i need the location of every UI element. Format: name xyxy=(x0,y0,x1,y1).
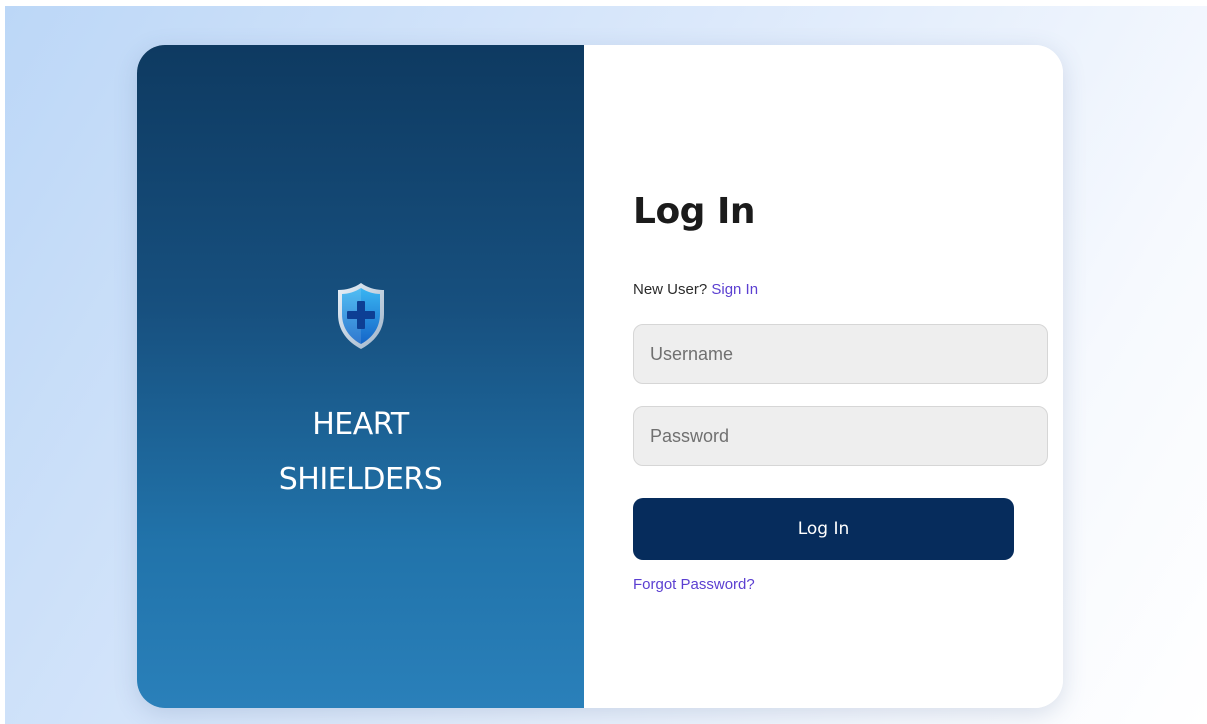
login-button[interactable]: Log In xyxy=(633,498,1014,560)
forgot-password-link[interactable]: Forgot Password? xyxy=(633,576,755,593)
brand-name-line2: SHIELDERS xyxy=(278,462,443,497)
brand-panel: HEART SHIELDERS xyxy=(137,45,584,708)
new-user-prompt: New User? Sign In xyxy=(633,281,758,298)
page-background: HEART SHIELDERS Log In New User? Sign In… xyxy=(5,6,1207,724)
sign-in-link[interactable]: Sign In xyxy=(711,281,758,298)
brand-name-line1: HEART xyxy=(312,407,409,442)
page-title: Log In xyxy=(633,191,756,232)
brand-name: HEART SHIELDERS xyxy=(137,397,584,507)
password-input[interactable] xyxy=(633,406,1048,466)
shield-plus-icon xyxy=(338,283,384,349)
username-input[interactable] xyxy=(633,324,1048,384)
login-form-panel: Log In New User? Sign In Log In Forgot P… xyxy=(584,45,1063,708)
new-user-text: New User? xyxy=(633,281,708,298)
login-card: HEART SHIELDERS Log In New User? Sign In… xyxy=(137,45,1063,708)
